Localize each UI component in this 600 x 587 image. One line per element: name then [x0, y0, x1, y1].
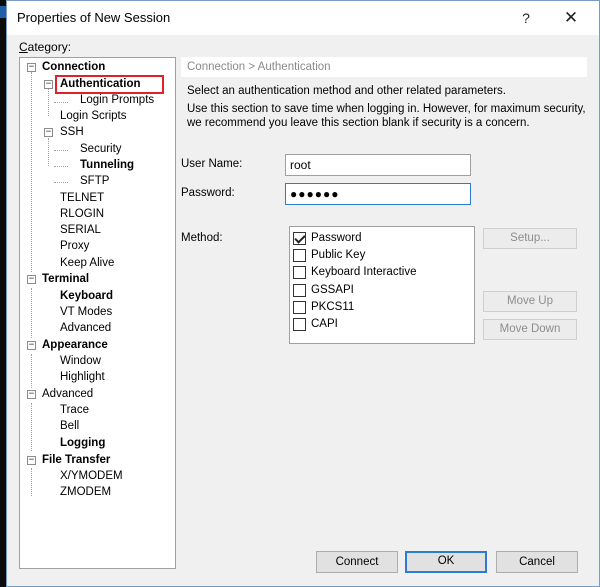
move-up-button[interactable]: Move Up — [483, 291, 577, 312]
collapse-advanced-icon[interactable]: − — [27, 390, 36, 399]
tree-item-advanced[interactable]: Advanced — [42, 386, 93, 402]
method-item-capi[interactable]: CAPI — [293, 316, 338, 332]
properties-dialog: Properties of New Session ? ✕ Category: … — [6, 0, 600, 587]
tree-item-security[interactable]: Security — [80, 141, 122, 157]
method-item-keyboard-interactive[interactable]: Keyboard Interactive — [293, 264, 416, 280]
tree-item-rlogin[interactable]: RLOGIN — [60, 206, 104, 222]
tree-item-sftp[interactable]: SFTP — [80, 173, 109, 189]
tree-item-file-transfer[interactable]: File Transfer — [42, 452, 110, 468]
ok-button[interactable]: OK — [405, 551, 487, 573]
method-item-public-key[interactable]: Public Key — [293, 247, 365, 263]
tree-item-appearance[interactable]: Appearance — [42, 337, 108, 353]
tree-item-ssh[interactable]: SSH — [60, 124, 84, 140]
collapse-authentication-icon[interactable]: − — [44, 80, 53, 89]
checkbox-icon[interactable] — [293, 248, 306, 262]
tree-item-keep-alive[interactable]: Keep Alive — [60, 255, 114, 271]
tree-item-keyboard[interactable]: Keyboard — [60, 288, 113, 304]
tree-item-window[interactable]: Window — [60, 353, 101, 369]
tree-item-xymodem[interactable]: X/YMODEM — [60, 468, 123, 484]
password-input[interactable]: ●●●●●● — [285, 183, 471, 205]
tree-item-serial[interactable]: SERIAL — [60, 222, 101, 238]
method-item-pkcs11[interactable]: PKCS11 — [293, 299, 354, 315]
checkbox-icon[interactable] — [293, 265, 306, 279]
tree-item-highlight[interactable]: Highlight — [60, 369, 105, 385]
description-line-3: we recommend you leave this section blan… — [187, 117, 530, 129]
tree-item-terminal[interactable]: Terminal — [42, 271, 89, 287]
cancel-button[interactable]: Cancel — [496, 551, 578, 573]
move-down-button[interactable]: Move Down — [483, 319, 577, 340]
close-button[interactable]: ✕ — [557, 6, 585, 30]
tree-item-connection[interactable]: Connection — [42, 59, 105, 75]
section-heading: Connection > Authentication — [181, 57, 587, 77]
connect-button[interactable]: Connect — [316, 551, 398, 573]
category-label: Category: — [19, 40, 72, 54]
setup-button[interactable]: Setup... — [483, 228, 577, 249]
collapse-terminal-icon[interactable]: − — [27, 275, 36, 284]
tree-item-vt-modes[interactable]: VT Modes — [60, 304, 112, 320]
checkbox-checked-icon[interactable] — [293, 231, 306, 245]
category-tree[interactable]: − Connection − Authentication Login Prom… — [19, 57, 176, 569]
checkbox-icon[interactable] — [293, 317, 306, 331]
tree-item-login-scripts[interactable]: Login Scripts — [60, 108, 126, 124]
user-name-label: User Name: — [181, 158, 243, 170]
collapse-file-transfer-icon[interactable]: − — [27, 456, 36, 465]
description-line-2: Use this section to save time when loggi… — [187, 103, 586, 115]
checkbox-icon[interactable] — [293, 300, 306, 314]
collapse-ssh-icon[interactable]: − — [44, 128, 53, 137]
method-item-password[interactable]: Password — [293, 230, 362, 246]
tree-item-login-prompts[interactable]: Login Prompts — [80, 92, 154, 108]
help-button[interactable]: ? — [512, 6, 540, 30]
tree-item-trace[interactable]: Trace — [60, 402, 89, 418]
tree-item-advanced-terminal[interactable]: Advanced — [60, 320, 111, 336]
tree-item-bell[interactable]: Bell — [60, 418, 79, 434]
tree-item-proxy[interactable]: Proxy — [60, 238, 89, 254]
tree-item-tunneling[interactable]: Tunneling — [80, 157, 134, 173]
method-item-gssapi[interactable]: GSSAPI — [293, 282, 354, 298]
window-title: Properties of New Session — [17, 10, 171, 25]
tree-item-zmodem[interactable]: ZMODEM — [60, 484, 111, 500]
checkbox-icon[interactable] — [293, 283, 306, 297]
tree-item-authentication[interactable]: Authentication — [60, 76, 141, 92]
method-list[interactable]: Password Public Key Keyboard Interactive… — [289, 226, 475, 344]
tree-item-telnet[interactable]: TELNET — [60, 190, 104, 206]
method-label: Method: — [181, 232, 223, 244]
tree-item-logging[interactable]: Logging — [60, 435, 105, 451]
collapse-appearance-icon[interactable]: − — [27, 341, 36, 350]
title-bar: Properties of New Session ? ✕ — [7, 1, 599, 35]
collapse-connection-icon[interactable]: − — [27, 63, 36, 72]
password-label: Password: — [181, 187, 235, 199]
user-name-input[interactable]: root — [285, 154, 471, 176]
description-line-1: Select an authentication method and othe… — [187, 85, 507, 97]
